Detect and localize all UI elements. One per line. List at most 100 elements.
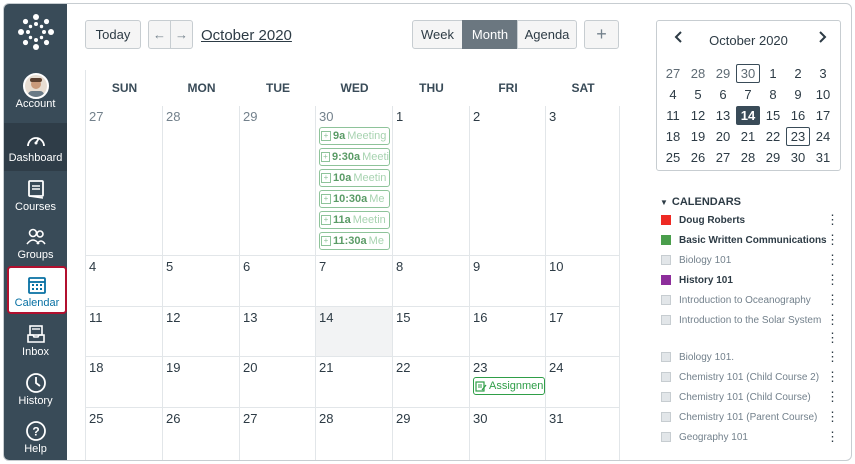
mini-calendar-day[interactable]: 28 — [686, 64, 710, 83]
mini-calendar-day[interactable]: 16 — [786, 106, 810, 125]
calendar-list-item[interactable]: Biology 101. — [661, 348, 839, 366]
calendar-color-swatch[interactable] — [661, 315, 671, 325]
mini-next-button[interactable] — [817, 30, 827, 48]
mini-calendar-day[interactable]: 8 — [761, 85, 785, 104]
month-title[interactable]: October 2020 — [201, 27, 292, 44]
day-number[interactable]: 18 — [89, 360, 103, 375]
calendar-color-swatch[interactable] — [661, 235, 671, 245]
day-cell[interactable]: 28 — [163, 106, 240, 256]
calendar-event[interactable]: +9a Meeting — [319, 127, 390, 145]
day-number[interactable]: 24 — [549, 360, 563, 375]
next-month-button[interactable]: → — [170, 20, 193, 49]
day-number[interactable]: 31 — [549, 411, 563, 426]
mini-calendar-day[interactable]: 7 — [736, 85, 760, 104]
calendar-list-item[interactable]: History 101 — [661, 271, 839, 289]
mini-calendar-day[interactable]: 3 — [811, 64, 835, 83]
day-cell[interactable]: 31 — [546, 408, 620, 460]
day-cell[interactable]: 30 — [470, 408, 546, 460]
mini-calendar-day[interactable]: 27 — [661, 64, 685, 83]
day-cell[interactable]: 6 — [240, 256, 316, 307]
mini-calendar-day[interactable]: 19 — [686, 127, 710, 146]
calendars-heading[interactable]: ▼ CALENDARS — [660, 196, 741, 208]
day-cell[interactable]: 13 — [240, 307, 316, 357]
day-number[interactable]: 11 — [89, 310, 103, 325]
mini-calendar-day[interactable]: 11 — [661, 106, 685, 125]
calendar-color-swatch[interactable] — [661, 255, 671, 265]
calendar-event[interactable]: +9:30a Meeti — [319, 148, 390, 166]
calendar-color-swatch[interactable] — [661, 392, 671, 402]
day-cell[interactable]: 23 Assignmen — [470, 357, 546, 408]
calendar-options-icon[interactable]: ⋮ — [826, 369, 839, 385]
mini-calendar-day[interactable]: 25 — [661, 148, 685, 167]
mini-calendar-day[interactable]: 21 — [736, 127, 760, 146]
day-cell[interactable]: 8 — [393, 256, 470, 307]
mini-calendar-day[interactable]: 1 — [761, 64, 785, 83]
day-cell[interactable]: 30 +9a Meeting +9:30a Meeti +10a Meetin +10:30a… — [316, 106, 393, 256]
calendar-list-item[interactable]: Chemistry 101 (Child Course 2) — [661, 368, 839, 386]
day-cell[interactable]: 4 — [86, 256, 163, 307]
calendar-list-item[interactable]: Biology 101 — [661, 251, 839, 269]
day-cell[interactable]: 27 — [240, 408, 316, 460]
day-number[interactable]: 28 — [319, 411, 333, 426]
mini-calendar-day[interactable]: 15 — [761, 106, 785, 125]
calendar-list-item[interactable]: Doug Roberts — [661, 211, 839, 229]
calendar-list-item[interactable]: Chemistry 101 (Child Course) — [661, 388, 839, 406]
day-cell[interactable]: 17 — [546, 307, 620, 357]
day-number[interactable]: 29 — [396, 411, 410, 426]
day-cell[interactable]: 20 — [240, 357, 316, 408]
agenda-view-button[interactable]: Agenda — [517, 20, 577, 49]
mini-calendar-day[interactable]: 24 — [811, 127, 835, 146]
mini-calendar-day[interactable]: 22 — [761, 127, 785, 146]
day-cell[interactable]: 27 — [86, 106, 163, 256]
day-cell[interactable]: 24 — [546, 357, 620, 408]
mini-calendar-day[interactable]: 30 — [786, 148, 810, 167]
mini-calendar-day[interactable]: 13 — [711, 106, 735, 125]
day-cell[interactable]: 21 — [316, 357, 393, 408]
day-number[interactable]: 29 — [243, 109, 257, 124]
calendar-options-icon[interactable]: ⋮ — [826, 232, 839, 248]
mini-calendar-day[interactable]: 14 — [736, 106, 760, 125]
nav-account[interactable]: Account — [4, 69, 67, 117]
mini-calendar-day[interactable]: 28 — [736, 148, 760, 167]
calendar-options-icon[interactable]: ⋮ — [826, 409, 839, 425]
day-number[interactable]: 10 — [549, 259, 563, 274]
day-number[interactable]: 30 — [319, 109, 333, 124]
calendar-options-icon[interactable]: ⋮ — [826, 389, 839, 405]
week-view-button[interactable]: Week — [412, 20, 463, 49]
day-cell[interactable]: 7 — [316, 256, 393, 307]
day-number[interactable]: 8 — [396, 259, 403, 274]
day-number[interactable]: 12 — [166, 310, 180, 325]
day-number[interactable]: 13 — [243, 310, 257, 325]
day-cell[interactable]: 14 — [316, 307, 393, 357]
mini-calendar-day[interactable]: 5 — [686, 85, 710, 104]
day-number[interactable]: 3 — [549, 109, 556, 124]
day-cell[interactable]: 28 — [316, 408, 393, 460]
calendar-list-item[interactable]: Introduction to Oceanography — [661, 291, 839, 309]
assignment-event[interactable]: Assignmen — [473, 377, 545, 395]
mini-calendar-day[interactable]: 9 — [786, 85, 810, 104]
day-number[interactable]: 14 — [319, 310, 333, 325]
calendar-color-swatch[interactable] — [661, 432, 671, 442]
calendar-color-swatch[interactable] — [661, 215, 671, 225]
day-cell[interactable]: 2 — [470, 106, 546, 256]
calendar-list-item[interactable]: Basic Written Communications — [661, 231, 839, 249]
mini-calendar-day[interactable]: 18 — [661, 127, 685, 146]
day-number[interactable]: 25 — [89, 411, 103, 426]
mini-calendar-day[interactable]: 29 — [711, 64, 735, 83]
calendar-list-item[interactable]: Chemistry 101 (Parent Course) — [661, 408, 839, 426]
calendar-color-swatch[interactable] — [661, 275, 671, 285]
mini-calendar-day[interactable]: 2 — [786, 64, 810, 83]
mini-calendar-day[interactable]: 23 — [786, 127, 810, 146]
day-number[interactable]: 7 — [319, 259, 326, 274]
mini-calendar-day[interactable]: 6 — [711, 85, 735, 104]
calendar-list-item[interactable]: Introduction to the Solar System — [661, 311, 839, 329]
day-number[interactable]: 1 — [396, 109, 403, 124]
mini-calendar-day[interactable]: 26 — [686, 148, 710, 167]
calendar-event[interactable]: +11a Meetin — [319, 211, 390, 229]
day-cell[interactable]: 29 — [240, 106, 316, 256]
day-cell[interactable]: 9 — [470, 256, 546, 307]
mini-calendar-day[interactable]: 4 — [661, 85, 685, 104]
day-number[interactable]: 9 — [473, 259, 480, 274]
calendar-options-icon[interactable]: ⋮ — [826, 330, 839, 346]
day-number[interactable]: 4 — [89, 259, 96, 274]
